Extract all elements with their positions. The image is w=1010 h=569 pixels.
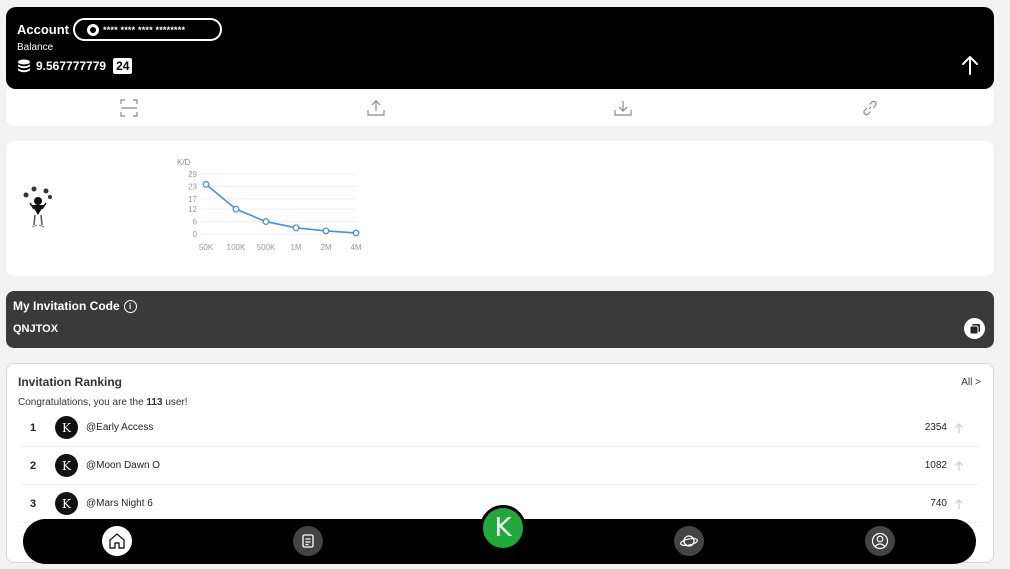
account-masked-number: **** **** **** ******** bbox=[103, 24, 186, 35]
balance-label: Balance bbox=[17, 42, 54, 53]
chart-y-axis-label: K/D bbox=[177, 158, 191, 167]
ranking-row[interactable]: 1 K @Early Access 2354 bbox=[21, 409, 979, 447]
ranking-user-number: 113 bbox=[146, 397, 163, 408]
chart-y-tick-label: 0 bbox=[193, 230, 198, 239]
link-icon[interactable] bbox=[861, 99, 879, 117]
chart-data-point bbox=[352, 229, 360, 237]
planet-icon bbox=[680, 535, 698, 547]
ranking-row[interactable]: 2 K @Moon Dawn O 1082 bbox=[21, 447, 979, 485]
chart-x-tick-label: 500K bbox=[257, 243, 276, 252]
chart-y-tick-label: 17 bbox=[188, 195, 197, 204]
balance: 9.567777779 24 bbox=[17, 58, 133, 74]
chart-y-tick-label: 12 bbox=[188, 205, 197, 214]
avatar: K bbox=[55, 492, 78, 515]
copy-button[interactable] bbox=[964, 318, 985, 339]
chart-x-tick-label: 100K bbox=[227, 243, 246, 252]
chart-series-line bbox=[205, 183, 357, 234]
arrow-up-icon[interactable] bbox=[960, 54, 980, 76]
arrow-up-icon bbox=[955, 460, 963, 471]
chart-x-tick-label: 4M bbox=[350, 243, 361, 252]
info-icon[interactable]: i bbox=[123, 299, 137, 313]
ranking-rank: 3 bbox=[29, 497, 37, 510]
nav-center-button[interactable]: K bbox=[480, 505, 526, 551]
invitation-code: QNJTOX bbox=[13, 323, 59, 335]
profile-icon bbox=[871, 532, 889, 550]
home-icon bbox=[109, 533, 125, 549]
ranking-score: 2354 bbox=[924, 422, 947, 433]
action-bar bbox=[6, 89, 994, 126]
scan-icon[interactable] bbox=[120, 99, 138, 117]
nav-document-button[interactable] bbox=[293, 526, 323, 556]
invitation-title-text: My Invitation Code bbox=[13, 299, 120, 313]
ranking-score: 740 bbox=[930, 498, 947, 509]
nav-planet-button[interactable] bbox=[674, 526, 704, 556]
ranking-score: 1082 bbox=[924, 460, 947, 471]
ranking-subtitle-prefix: Congratulations, you are the bbox=[18, 397, 147, 408]
chart-data-point bbox=[292, 224, 300, 232]
chart-x-tick-label: 50K bbox=[199, 243, 214, 252]
account-number-pill[interactable]: **** **** **** ******** bbox=[73, 18, 222, 41]
chart-data-point bbox=[202, 180, 210, 188]
chart-x-tick-label: 2M bbox=[320, 243, 331, 252]
avatar: K bbox=[55, 416, 78, 439]
ranking-rank: 1 bbox=[29, 421, 37, 434]
arrow-up-icon bbox=[955, 498, 963, 509]
nav-home-button[interactable] bbox=[102, 526, 132, 556]
ranking-username: @Mars Night 6 bbox=[86, 498, 153, 509]
bottom-navigation: K bbox=[23, 505, 976, 564]
chart-y-ticks: 29 23 1712 6 0 bbox=[188, 170, 197, 239]
chart-grid bbox=[201, 173, 356, 235]
kd-line-chart: K/D 29 23 1712 6 0 50K 100K 500K 1M 2M 4M bbox=[177, 158, 362, 252]
ranking-all-link[interactable]: All > bbox=[961, 377, 981, 388]
ranking-subtitle: Congratulations, you are the 113 user! bbox=[18, 397, 188, 408]
balance-value: 9.567777779 bbox=[36, 59, 107, 73]
invitation-title: My Invitation Code i bbox=[13, 299, 137, 313]
arrow-up-icon bbox=[955, 422, 963, 433]
mascot-illustration bbox=[23, 186, 52, 228]
account-card: Account **** **** **** ******** Balance … bbox=[6, 7, 994, 89]
balance-badge: 24 bbox=[113, 58, 133, 74]
copy-icon bbox=[969, 323, 980, 334]
chart-x-tick-label: 1M bbox=[290, 243, 301, 252]
chart-data-point bbox=[262, 218, 270, 226]
chart-series bbox=[202, 180, 360, 237]
account-title: Account bbox=[17, 22, 69, 37]
page: Account **** **** **** ******** Balance … bbox=[0, 0, 1010, 569]
document-icon bbox=[302, 534, 314, 548]
kd-chart-card: K/D 29 23 17 12 6 0 50K 100K 500K 1M 2M 4M bbox=[6, 141, 994, 276]
ranking-username: @Moon Dawn O bbox=[86, 460, 161, 471]
chart-y-tick-label: 23 bbox=[188, 182, 197, 191]
ranking-username: @Early Access bbox=[86, 422, 154, 433]
nav-profile-button[interactable] bbox=[865, 526, 895, 556]
invitation-code-card: My Invitation Code i QNJTOX bbox=[6, 291, 994, 348]
avatar: K bbox=[55, 454, 78, 477]
upload-icon[interactable] bbox=[367, 99, 385, 117]
chart-x-ticks: 50K 100K 500K 1M 2M 4M bbox=[199, 243, 362, 252]
coin-icon bbox=[87, 23, 99, 36]
chart-data-point bbox=[232, 205, 240, 213]
chart-data-point bbox=[322, 227, 330, 235]
download-icon[interactable] bbox=[614, 99, 632, 117]
chart-y-tick-label: 6 bbox=[193, 218, 198, 227]
ranking-subtitle-suffix: user! bbox=[162, 397, 188, 408]
ranking-rank: 2 bbox=[29, 459, 37, 472]
ranking-title: Invitation Ranking bbox=[18, 375, 123, 389]
chart-y-tick-label: 29 bbox=[188, 170, 197, 179]
coin-stack-icon bbox=[18, 59, 30, 72]
